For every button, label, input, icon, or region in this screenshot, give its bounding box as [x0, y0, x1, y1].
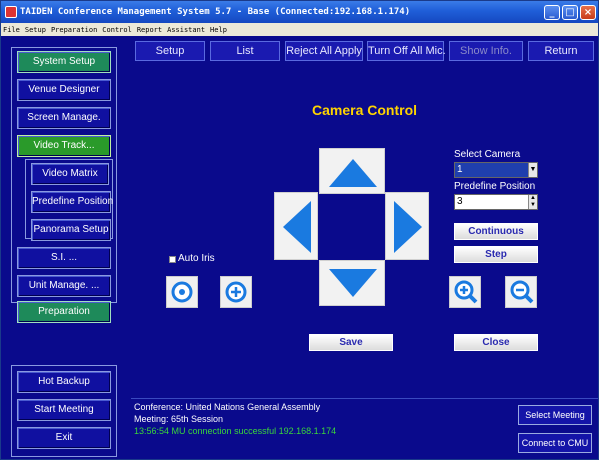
zoom-out-icon — [510, 280, 534, 304]
predefine-position-label: Predefine Position — [454, 181, 536, 192]
chevron-down-icon[interactable]: ▼ — [528, 163, 537, 177]
continuous-button[interactable]: Continuous — [454, 223, 538, 240]
predefine-position-button[interactable]: Predefine Position — [31, 191, 113, 213]
status-area: Conference: United Nations General Assem… — [131, 398, 598, 459]
predefine-position-value: 3 — [457, 196, 463, 207]
tilt-down-button[interactable] — [319, 260, 385, 306]
menu-control[interactable]: Control — [102, 26, 132, 34]
arrow-left-icon — [283, 201, 311, 253]
close-icon[interactable]: × — [580, 4, 596, 20]
return-button[interactable]: Return — [528, 41, 594, 61]
zoom-out-button[interactable] — [505, 276, 537, 308]
page-title: Camera Control — [311, 102, 418, 118]
menu-report[interactable]: Report — [137, 26, 162, 34]
meeting-status: Meeting: 65th Session — [134, 414, 224, 424]
video-matrix-button[interactable]: Video Matrix — [31, 163, 109, 185]
select-camera-label: Select Camera — [454, 149, 521, 160]
tilt-up-button[interactable] — [319, 148, 385, 194]
screen-manage-button[interactable]: Screen Manage. — [17, 107, 111, 129]
arrow-right-icon — [394, 201, 422, 253]
save-button[interactable]: Save — [309, 334, 393, 351]
close-button[interactable]: Close — [454, 334, 538, 351]
arrow-down-icon — [329, 269, 377, 297]
iris-open-button[interactable] — [220, 276, 252, 308]
turn-off-all-mic-button[interactable]: Turn Off All Mic. — [367, 41, 446, 61]
unit-manage-button[interactable]: Unit Manage. ... — [17, 275, 111, 297]
maximize-icon[interactable]: □ — [562, 4, 578, 20]
show-info-button[interactable]: Show Info. — [449, 41, 523, 61]
select-meeting-button[interactable]: Select Meeting — [518, 405, 592, 425]
menu-assistant[interactable]: Assistant — [167, 26, 205, 34]
zoom-in-button[interactable] — [449, 276, 481, 308]
select-camera-value: 1 — [457, 164, 463, 175]
reject-all-apply-button[interactable]: Reject All Apply — [285, 41, 363, 61]
arrow-up-icon — [329, 159, 377, 187]
connect-to-cmu-button[interactable]: Connect to CMU — [518, 433, 592, 453]
list-button[interactable]: List — [210, 41, 280, 61]
system-setup-button[interactable]: System Setup — [17, 51, 111, 73]
iris-plus-icon — [225, 281, 247, 303]
zoom-in-icon — [454, 280, 478, 304]
setup-button[interactable]: Setup — [135, 41, 205, 61]
menu-preparation[interactable]: Preparation — [51, 26, 97, 34]
sidebar: System Setup Venue Designer Screen Manag… — [7, 39, 121, 459]
venue-designer-button[interactable]: Venue Designer — [17, 79, 111, 101]
camera-control-panel: Camera Control Select Camera 1 ▼ Predefi… — [131, 65, 598, 395]
app-logo-icon — [5, 6, 17, 18]
minimize-icon[interactable]: _ — [544, 4, 560, 20]
app-window: TAIDEN Conference Management System 5.7 … — [0, 0, 599, 460]
exit-button[interactable]: Exit — [17, 427, 111, 449]
select-camera-dropdown[interactable]: 1 ▼ — [454, 162, 538, 178]
connection-log: 13:56:54 MU connection successful 192.16… — [134, 426, 337, 436]
menu-bar: File Setup Preparation Control Report As… — [1, 23, 598, 36]
video-track-button[interactable]: Video Track... — [17, 135, 111, 157]
panorama-setup-button[interactable]: Panorama Setup — [31, 219, 111, 241]
conference-status: Conference: United Nations General Assem… — [134, 402, 321, 412]
pan-left-button[interactable] — [274, 192, 318, 260]
auto-iris-checkbox[interactable] — [169, 256, 176, 263]
predefine-position-stepper[interactable]: 3 ▲ ▼ — [454, 194, 538, 210]
hot-backup-button[interactable]: Hot Backup — [17, 371, 111, 393]
stepper-arrows-icon[interactable]: ▲ ▼ — [528, 195, 537, 209]
pan-right-button[interactable] — [385, 192, 429, 260]
iris-close-button[interactable] — [166, 276, 198, 308]
iris-minus-icon — [171, 281, 193, 303]
step-button[interactable]: Step — [454, 246, 538, 263]
preparation-button[interactable]: Preparation — [17, 301, 111, 323]
si-button[interactable]: S.I. ... — [17, 247, 111, 269]
menu-setup[interactable]: Setup — [25, 26, 46, 34]
menu-file[interactable]: File — [3, 26, 20, 34]
window-title: TAIDEN Conference Management System 5.7 … — [20, 7, 411, 17]
top-toolbar: Setup List Reject All Apply Turn Off All… — [131, 39, 598, 63]
start-meeting-button[interactable]: Start Meeting — [17, 399, 111, 421]
menu-help[interactable]: Help — [210, 26, 227, 34]
auto-iris-label: Auto Iris — [178, 253, 215, 264]
title-bar: TAIDEN Conference Management System 5.7 … — [1, 1, 598, 23]
